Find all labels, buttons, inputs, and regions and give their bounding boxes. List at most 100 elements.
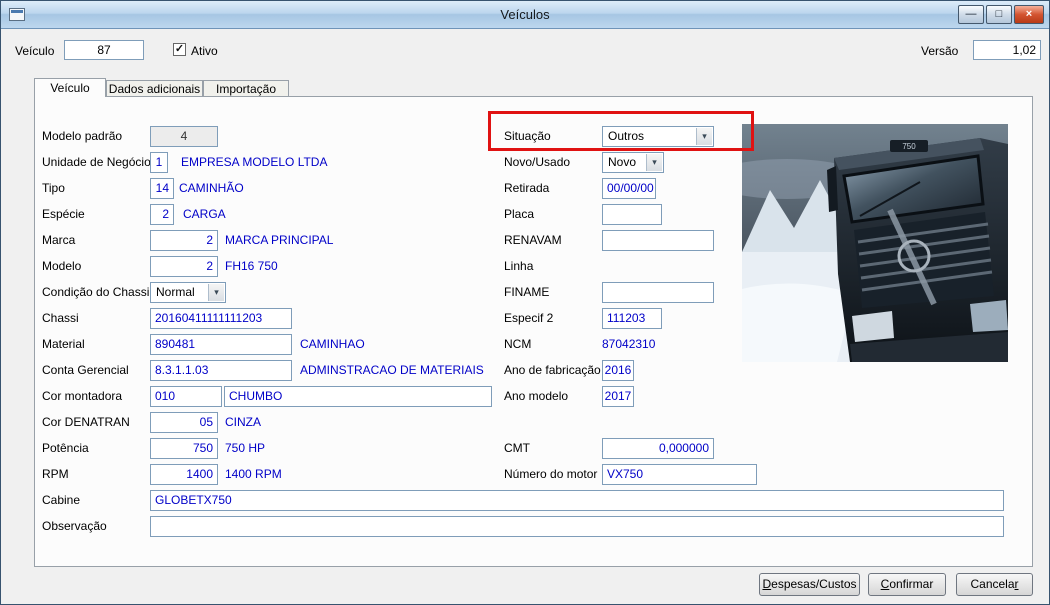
novo-usado-value: Novo xyxy=(608,155,637,169)
cmt-label: CMT xyxy=(504,441,530,455)
situacao-select[interactable]: Outros ▾ xyxy=(602,126,714,147)
cancelar-button[interactable]: Cancelar xyxy=(956,573,1033,596)
window-controls: — □ × xyxy=(958,5,1044,24)
tipo-label: Tipo xyxy=(42,181,65,195)
cor-denatran-desc: CINZA xyxy=(225,415,261,429)
marca-code-input[interactable]: 2 xyxy=(150,230,218,251)
ativo-checkbox[interactable]: ✓ xyxy=(173,43,186,56)
retirada-input[interactable]: 00/00/00 xyxy=(602,178,656,199)
close-button[interactable]: × xyxy=(1014,5,1044,24)
placa-input[interactable] xyxy=(602,204,662,225)
truck-photo-svg: 750 xyxy=(742,124,1008,362)
chevron-down-icon: ▾ xyxy=(696,128,712,145)
truck-cab: 750 xyxy=(827,138,1008,362)
tab-veiculo[interactable]: Veículo xyxy=(34,78,106,97)
condicao-chassi-value: Normal xyxy=(156,285,195,299)
especie-label: Espécie xyxy=(42,207,85,221)
label-part: D xyxy=(762,577,772,591)
ano-fabricacao-input[interactable]: 2016 xyxy=(602,360,634,381)
finame-input[interactable] xyxy=(602,282,714,303)
despesas-custos-label: Despesas/Custos xyxy=(762,577,856,591)
potencia-input[interactable]: 750 xyxy=(150,438,218,459)
vehicle-number-input[interactable]: 87 xyxy=(64,40,144,60)
chassi-input[interactable]: 20160411111111203 xyxy=(150,308,292,329)
material-label: Material xyxy=(42,337,85,351)
cor-montadora-label: Cor montadora xyxy=(42,389,123,403)
observacao-label: Observação xyxy=(42,519,107,533)
material-desc: CAMINHAO xyxy=(300,337,365,351)
vehicle-label: Veículo xyxy=(15,44,55,58)
veiculos-window: Veículos — □ × Veículo 87 ✓ Ativo Versão… xyxy=(0,0,1050,605)
cancelar-label: Cancelar xyxy=(970,577,1018,591)
novo-usado-label: Novo/Usado xyxy=(504,155,571,169)
version-label: Versão xyxy=(921,44,959,58)
modelo-padrao-label: Modelo padrão xyxy=(42,129,123,143)
cmt-input[interactable]: 0,000000 xyxy=(602,438,714,459)
ano-fabricacao-label: Ano de fabricação xyxy=(504,363,601,377)
modelo-code-input[interactable]: 2 xyxy=(150,256,218,277)
situacao-label: Situação xyxy=(504,129,551,143)
especif2-input[interactable]: 111203 xyxy=(602,308,662,329)
modelo-desc: FH16 750 xyxy=(225,259,278,273)
potencia-label: Potência xyxy=(42,441,89,455)
numero-motor-input[interactable]: VX750 xyxy=(602,464,757,485)
tipo-desc: CAMINHÃO xyxy=(179,181,244,195)
label-part: onfirmar xyxy=(889,577,934,591)
observacao-input[interactable] xyxy=(150,516,1004,537)
especif2-label: Especif 2 xyxy=(504,311,554,325)
cor-denatran-code-input[interactable]: 05 xyxy=(150,412,218,433)
ativo-label: Ativo xyxy=(191,44,218,58)
linha-label: Linha xyxy=(504,259,534,273)
version-input[interactable]: 1,02 xyxy=(973,40,1041,60)
numero-motor-label: Número do motor xyxy=(504,467,598,481)
tab-importacao[interactable]: Importação xyxy=(203,80,289,96)
finame-label: FINAME xyxy=(504,285,550,299)
conta-gerencial-desc: ADMINSTRACAO DE MATERIAIS xyxy=(300,363,484,377)
check-icon: ✓ xyxy=(174,43,185,55)
ano-modelo-input[interactable]: 2017 xyxy=(602,386,634,407)
condicao-chassi-select[interactable]: Normal ▾ xyxy=(150,282,226,303)
cor-montadora-code-input[interactable]: 010 xyxy=(150,386,222,407)
window-title: Veículos xyxy=(500,7,550,22)
unidade-negocio-label: Unidade de Negócio xyxy=(42,155,151,169)
especie-desc: CARGA xyxy=(183,207,226,221)
truck-roof-badge: 750 xyxy=(902,142,916,151)
cabine-input[interactable]: GLOBETX750 xyxy=(150,490,1004,511)
novo-usado-select[interactable]: Novo ▾ xyxy=(602,152,664,173)
headlight-left xyxy=(852,311,894,342)
label-part: r xyxy=(1014,577,1019,591)
tab-dados-adicionais[interactable]: Dados adicionais xyxy=(106,80,203,96)
renavam-label: RENAVAM xyxy=(504,233,562,247)
maximize-button[interactable]: □ xyxy=(986,5,1012,24)
cor-denatran-label: Cor DENATRAN xyxy=(42,415,130,429)
potencia-desc: 750 HP xyxy=(225,441,266,455)
cor-montadora-desc-input[interactable]: CHUMBO xyxy=(224,386,492,407)
cabine-label: Cabine xyxy=(42,493,81,507)
unidade-negocio-desc: EMPRESA MODELO LTDA xyxy=(181,155,328,169)
unidade-negocio-code-input[interactable]: 1 xyxy=(150,152,168,173)
title-bar[interactable]: Veículos — □ × xyxy=(1,1,1049,29)
chassi-label: Chassi xyxy=(42,311,79,325)
confirmar-button[interactable]: Confirmar xyxy=(868,573,946,596)
situacao-value: Outros xyxy=(608,129,645,143)
material-code-input[interactable]: 890481 xyxy=(150,334,292,355)
placa-label: Placa xyxy=(504,207,535,221)
headlight-right xyxy=(970,300,1008,332)
despesas-custos-button[interactable]: Despesas/Custos xyxy=(759,573,860,596)
modelo-padrao-input: 4 xyxy=(150,126,218,147)
conta-gerencial-label: Conta Gerencial xyxy=(42,363,129,377)
rpm-input[interactable]: 1400 xyxy=(150,464,218,485)
tab-panel-veiculo: Modelo padrão 4 Unidade de Negócio 1 EMP… xyxy=(34,96,1033,567)
marca-label: Marca xyxy=(42,233,76,247)
chevron-down-icon: ▾ xyxy=(646,154,662,171)
rpm-desc: 1400 RPM xyxy=(225,467,282,481)
rpm-label: RPM xyxy=(42,467,69,481)
ncm-label: NCM xyxy=(504,337,532,351)
renavam-input[interactable] xyxy=(602,230,714,251)
tipo-code-input[interactable]: 14 xyxy=(150,178,174,199)
conta-gerencial-code-input[interactable]: 8.3.1.1.03 xyxy=(150,360,292,381)
vehicle-photo: 750 xyxy=(742,124,1008,362)
especie-code-input[interactable]: 2 xyxy=(150,204,174,225)
confirmar-label: Confirmar xyxy=(881,577,934,591)
minimize-button[interactable]: — xyxy=(958,5,984,24)
